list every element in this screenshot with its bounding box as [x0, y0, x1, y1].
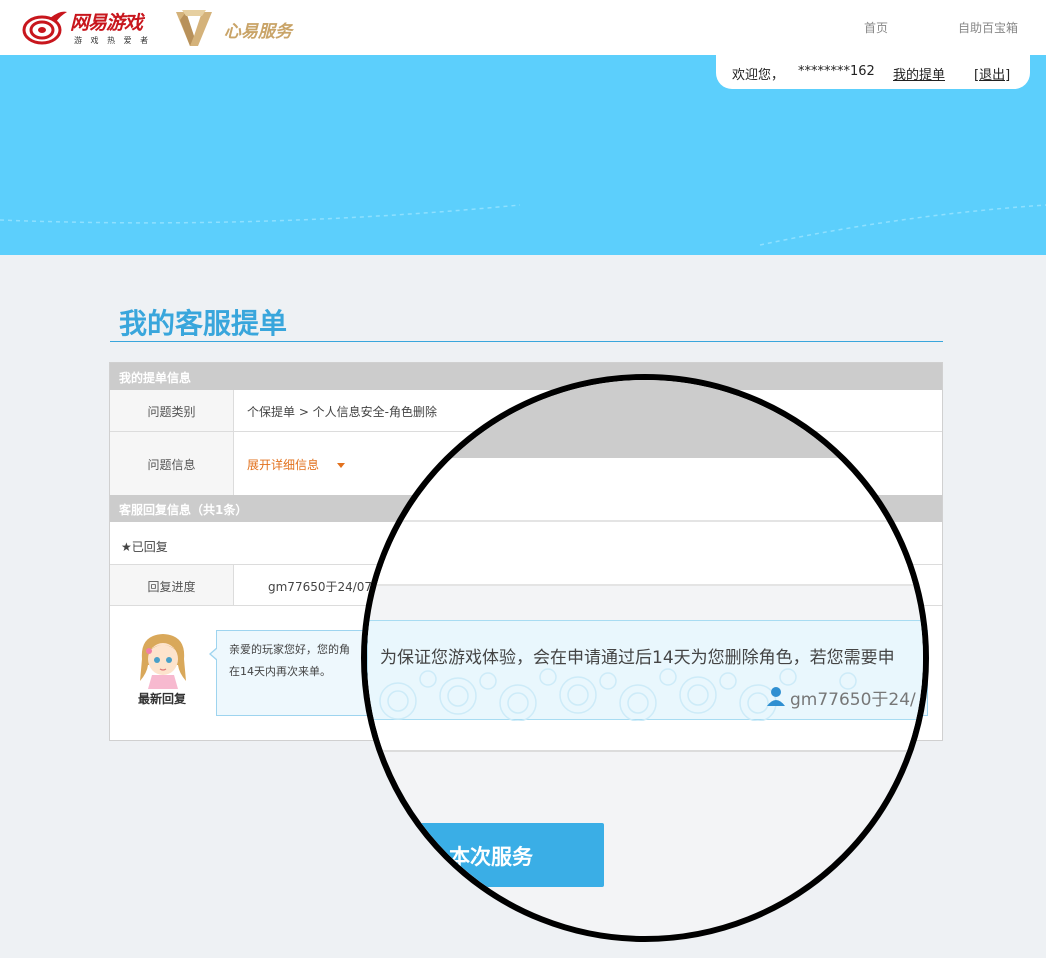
- magnified-row: [367, 458, 923, 520]
- caret-down-icon[interactable]: [337, 463, 346, 468]
- brand-tagline: 游 戏 热 爱 者: [74, 36, 152, 45]
- username: ********162: [798, 64, 875, 79]
- gm-avatar: [134, 629, 192, 689]
- magnified-author-name: gm77650于24/: [790, 690, 916, 710]
- brand-name: 网易游戏: [70, 12, 143, 34]
- magnified-row: [367, 522, 923, 584]
- progress-label: 回复进度: [110, 565, 234, 605]
- service-name: 心易服务: [224, 22, 292, 42]
- nav-self-help-link[interactable]: 自助百宝箱: [958, 19, 1018, 36]
- xinyi-service-logo[interactable]: 心易服务: [172, 8, 302, 48]
- xinyi-logo-icon: [176, 10, 212, 46]
- magnified-row: [367, 720, 923, 750]
- expand-details[interactable]: 展开详细信息: [247, 456, 346, 473]
- bubble-pointer-inner: [211, 648, 218, 660]
- top-bar: 网易游戏 游 戏 热 爱 者 心易服务 首页 自助百宝箱: [0, 0, 1046, 55]
- reply-status: ★已回复: [121, 540, 168, 554]
- magnified-divider: [367, 750, 923, 752]
- magnified-content: 为保证您游戏体验，会在申请通过后14天为您删除角色，若您需要申 gm77650于…: [367, 380, 923, 936]
- magnified-divider: [367, 584, 923, 586]
- my-tickets-link[interactable]: 我的提单: [893, 64, 945, 83]
- info-label: 问题信息: [110, 432, 234, 495]
- netease-logo-icon: [22, 11, 67, 45]
- magnified-author: gm77650于24/: [766, 685, 916, 710]
- nav-home-link[interactable]: 首页: [864, 19, 888, 36]
- netease-logo[interactable]: 网易游戏 游 戏 热 爱 者: [20, 6, 160, 50]
- page-title: 我的客服提单: [119, 307, 288, 340]
- magnified-reply-text: 为保证您游戏体验，会在申请通过后14天为您删除角色，若您需要申: [380, 648, 895, 668]
- person-icon: [767, 687, 785, 706]
- title-divider: [110, 341, 943, 342]
- latest-reply-label: 最新回复: [138, 692, 187, 706]
- magnifier-lens: 为保证您游戏体验，会在申请通过后14天为您删除角色，若您需要申 gm77650于…: [361, 374, 929, 942]
- logout-link[interactable]: [退出]: [974, 64, 1010, 83]
- category-label: 问题类别: [110, 390, 234, 431]
- rate-service-button[interactable]: 本次服务: [397, 823, 604, 887]
- magnified-reply-bubble: 为保证您游戏体验，会在申请通过后14天为您删除角色，若您需要申 gm77650于…: [367, 620, 923, 721]
- magnified-header-band: [367, 380, 923, 458]
- welcome-text: 欢迎您，: [732, 68, 785, 83]
- progress-value: gm77650于24/07: [268, 580, 373, 594]
- user-info-bar: 欢迎您， ********162 我的提单 [退出]: [716, 55, 1030, 89]
- expand-details-link[interactable]: 展开详细信息: [247, 458, 319, 472]
